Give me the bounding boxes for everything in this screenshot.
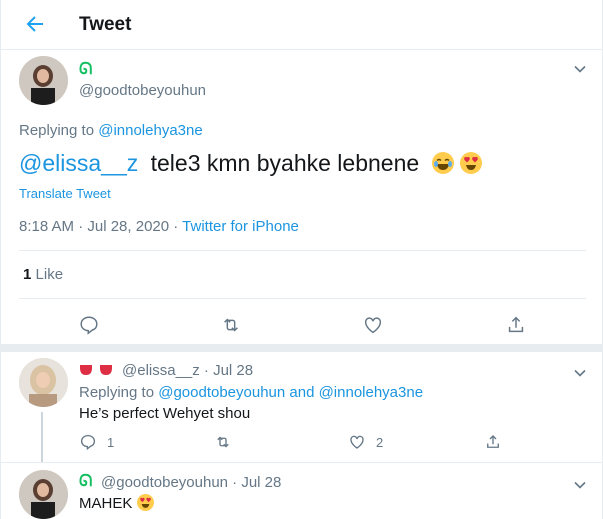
- green-monogram-icon: ᘏ: [79, 61, 93, 78]
- page-header: Tweet: [1, 0, 603, 50]
- replying-to-link[interactable]: @goodtobeyouhun and @innolehya3ne: [158, 384, 423, 401]
- heart-eyes-emoji: [459, 152, 482, 174]
- reply-replying-to: Replying to @goodtobeyouhun and @innoleh…: [79, 384, 423, 401]
- share-action[interactable]: [484, 432, 502, 452]
- chevron-down-icon[interactable]: [573, 62, 587, 76]
- reply-handle-date[interactable]: @elissa__z · Jul 28: [122, 362, 253, 379]
- chevron-down-icon[interactable]: [573, 478, 587, 492]
- share-icon[interactable]: [484, 433, 502, 451]
- avatar[interactable]: [19, 470, 68, 519]
- green-monogram-icon: ᘏ: [79, 473, 93, 490]
- like-action[interactable]: 2: [348, 432, 383, 452]
- like-icon[interactable]: [362, 314, 384, 336]
- tongue-emoji: [79, 364, 93, 376]
- divider: [1, 462, 603, 463]
- thread-connector: [41, 412, 43, 462]
- tweet-text: @elissa__z tele3 kmn byahke lebnene: [19, 150, 482, 177]
- tweet-meta: 8:18 AM · Jul 28, 2020 · Twitter for iPh…: [19, 218, 299, 235]
- retweet-icon[interactable]: [220, 314, 242, 336]
- mention-link[interactable]: @elissa__z: [19, 150, 138, 176]
- divider: [19, 250, 586, 251]
- tweet-source-link[interactable]: Twitter for iPhone: [182, 218, 299, 235]
- retweet-action[interactable]: [214, 432, 232, 452]
- page-title: Tweet: [79, 14, 132, 35]
- replying-to-line: Replying to @innolehya3ne: [19, 122, 203, 139]
- replying-to-link[interactable]: @innolehya3ne: [98, 122, 202, 139]
- chevron-down-icon[interactable]: [573, 366, 587, 380]
- reply-count: 1: [107, 434, 115, 450]
- tweet-detail-panel: Tweet ᘏ @goodtobeyouhun Replying to @inn…: [0, 0, 603, 519]
- section-separator: [1, 344, 603, 352]
- reply-text: He’s perfect Wehyet shou: [79, 405, 251, 422]
- tweet-body: tele3 kmn byahke lebnene: [150, 150, 420, 176]
- reply-action[interactable]: 1: [79, 432, 114, 452]
- retweet-icon[interactable]: [214, 433, 232, 451]
- avatar[interactable]: [19, 358, 68, 407]
- reply-text-line: MAHEK: [79, 494, 154, 512]
- translate-tweet-link[interactable]: Translate Tweet: [19, 186, 111, 201]
- heart-eyes-emoji: [136, 494, 154, 511]
- divider: [19, 298, 586, 299]
- reply-handle-date[interactable]: @goodtobeyouhun · Jul 28: [101, 474, 281, 491]
- replying-to-label: Replying to: [79, 384, 159, 401]
- likes-summary[interactable]: 1 Like: [23, 266, 63, 283]
- back-arrow-icon[interactable]: [23, 12, 47, 36]
- tweet-timestamp[interactable]: 8:18 AM · Jul 28, 2020 ·: [19, 218, 182, 235]
- reply-icon[interactable]: [78, 314, 100, 336]
- likes-count: 1: [23, 266, 32, 283]
- like-icon[interactable]: [348, 433, 366, 451]
- reply-text: MAHEK: [79, 495, 133, 512]
- avatar[interactable]: [19, 56, 68, 105]
- likes-label: Like: [35, 266, 64, 283]
- tongue-emoji: [99, 364, 113, 376]
- share-icon[interactable]: [505, 314, 527, 336]
- laughing-emoji: [431, 152, 454, 174]
- like-count: 2: [376, 434, 384, 450]
- author-handle[interactable]: @goodtobeyouhun: [79, 82, 206, 99]
- replying-to-label: Replying to: [19, 122, 99, 139]
- reply-icon[interactable]: [79, 433, 97, 451]
